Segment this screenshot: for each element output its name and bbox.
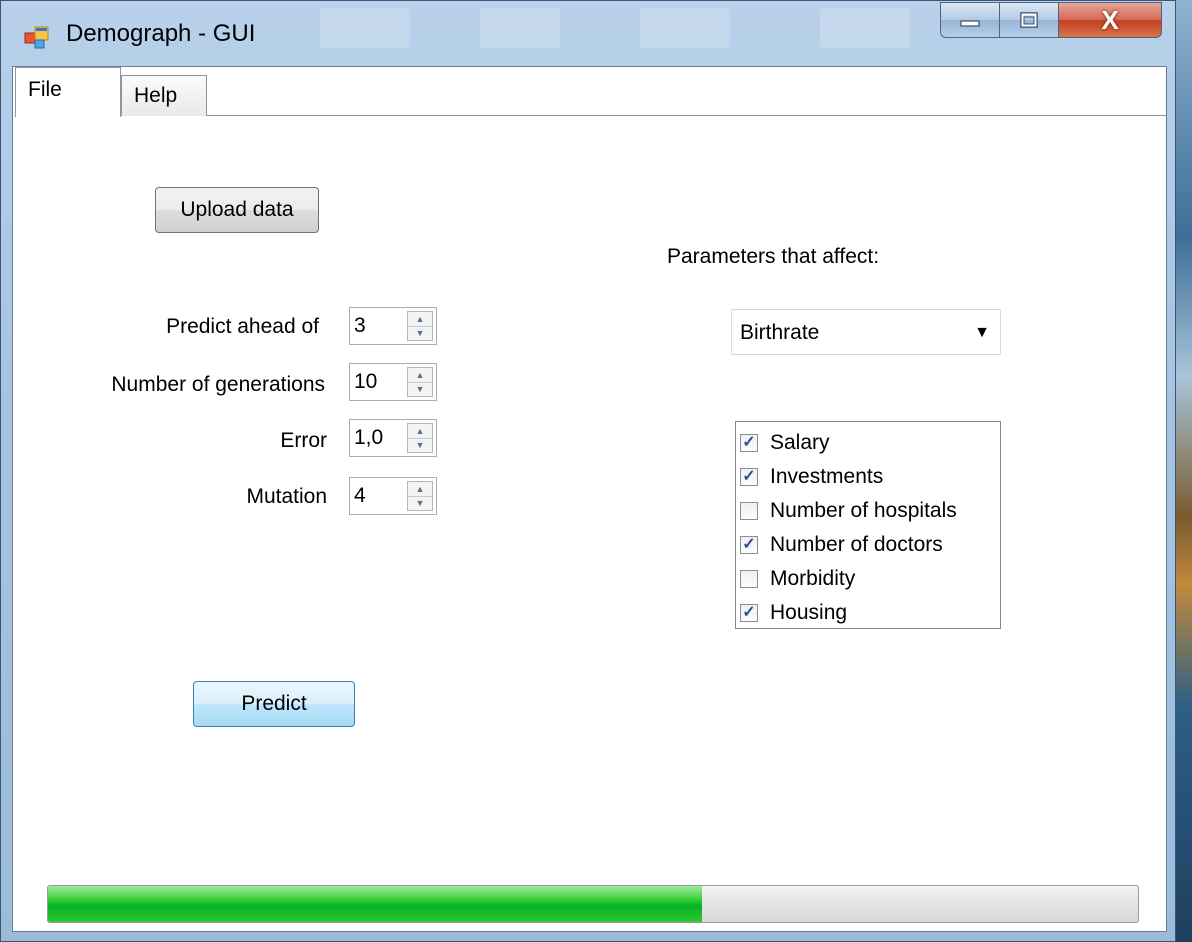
error-spinner[interactable]: 1,0 ▲ ▼ bbox=[349, 419, 437, 457]
checklist-item-label: Number of hospitals bbox=[770, 499, 957, 522]
chevron-down-icon[interactable]: ▼ bbox=[974, 324, 990, 342]
close-icon: X bbox=[1101, 4, 1119, 35]
checklist-item-label: Investments bbox=[770, 465, 884, 488]
titlebar-glass bbox=[320, 8, 410, 48]
spin-down-icon[interactable]: ▼ bbox=[408, 438, 432, 452]
predict-ahead-spinner[interactable]: 3 ▲ ▼ bbox=[349, 307, 437, 345]
tab-file[interactable]: File bbox=[15, 67, 121, 117]
titlebar-glass bbox=[480, 8, 560, 48]
app-icon bbox=[24, 26, 49, 49]
spin-up-icon[interactable]: ▲ bbox=[408, 424, 432, 439]
minimize-button[interactable] bbox=[940, 2, 1000, 38]
parameter-selected-value: Birthrate bbox=[740, 321, 820, 344]
window-title: Demograph - GUI bbox=[66, 20, 256, 47]
upload-data-button[interactable]: Upload data bbox=[155, 187, 319, 233]
checkbox-checked-icon[interactable]: ✓ bbox=[740, 536, 758, 554]
checklist-item-label: Salary bbox=[770, 431, 830, 454]
parameter-dropdown[interactable]: Birthrate ▼ bbox=[731, 309, 1001, 355]
tab-help[interactable]: Help bbox=[121, 75, 207, 116]
tab-divider bbox=[121, 115, 1166, 116]
checklist-item[interactable]: ✓ Salary bbox=[736, 426, 1000, 460]
checkbox-unchecked-icon[interactable] bbox=[740, 502, 758, 520]
progress-fill bbox=[48, 886, 702, 922]
predict-ahead-value[interactable]: 3 bbox=[354, 314, 366, 338]
spinner-arrows[interactable]: ▲ ▼ bbox=[407, 311, 433, 341]
predict-button[interactable]: Predict bbox=[193, 681, 355, 727]
parameters-label: Parameters that affect: bbox=[667, 245, 880, 268]
progress-bar bbox=[47, 885, 1139, 923]
spin-down-icon[interactable]: ▼ bbox=[408, 496, 432, 510]
spin-down-icon[interactable]: ▼ bbox=[408, 382, 432, 396]
titlebar-glass bbox=[640, 8, 730, 48]
checkbox-checked-icon[interactable]: ✓ bbox=[740, 468, 758, 486]
checklist-item[interactable]: ✓ Housing bbox=[736, 596, 1000, 630]
spin-up-icon[interactable]: ▲ bbox=[408, 368, 432, 383]
titlebar-glass bbox=[820, 8, 910, 48]
generations-spinner[interactable]: 10 ▲ ▼ bbox=[349, 363, 437, 401]
spin-up-icon[interactable]: ▲ bbox=[408, 312, 432, 327]
checklist-item[interactable]: Morbidity bbox=[736, 562, 1000, 596]
title-bar[interactable]: Demograph - GUI X bbox=[0, 0, 1176, 62]
error-value[interactable]: 1,0 bbox=[354, 426, 383, 450]
predict-ahead-label: Predict ahead of bbox=[166, 315, 319, 338]
checkbox-checked-icon[interactable]: ✓ bbox=[740, 434, 758, 452]
checkbox-checked-icon[interactable]: ✓ bbox=[740, 604, 758, 622]
minimize-icon bbox=[960, 20, 980, 27]
maximize-icon bbox=[1020, 12, 1038, 28]
checklist-item[interactable]: ✓ Number of doctors bbox=[736, 528, 1000, 562]
checklist-item[interactable]: ✓ Investments bbox=[736, 460, 1000, 494]
checklist-item-label: Number of doctors bbox=[770, 533, 943, 556]
spinner-arrows[interactable]: ▲ ▼ bbox=[407, 423, 433, 453]
app-window: Demograph - GUI X File Help Upload data … bbox=[0, 0, 1176, 942]
spinner-arrows[interactable]: ▲ ▼ bbox=[407, 481, 433, 511]
generations-label: Number of generations bbox=[111, 373, 325, 396]
client-area: File Help Upload data Predict ahead of 3… bbox=[12, 66, 1167, 932]
tab-strip: File Help bbox=[13, 67, 1166, 117]
checklist-item[interactable]: Number of hospitals bbox=[736, 494, 1000, 528]
spin-down-icon[interactable]: ▼ bbox=[408, 326, 432, 340]
checkbox-unchecked-icon[interactable] bbox=[740, 570, 758, 588]
generations-value[interactable]: 10 bbox=[354, 370, 377, 394]
close-button[interactable]: X bbox=[1058, 2, 1162, 38]
mutation-value[interactable]: 4 bbox=[354, 484, 366, 508]
maximize-button[interactable] bbox=[999, 2, 1059, 38]
checklist-item-label: Housing bbox=[770, 601, 848, 624]
spin-up-icon[interactable]: ▲ bbox=[408, 482, 432, 497]
mutation-label: Mutation bbox=[246, 485, 327, 508]
spinner-arrows[interactable]: ▲ ▼ bbox=[407, 367, 433, 397]
checklist-item-label: Morbidity bbox=[770, 567, 856, 590]
parameters-checklist: ✓ Salary ✓ Investments Number of hospitals ✓ N… bbox=[735, 421, 1001, 629]
mutation-spinner[interactable]: 4 ▲ ▼ bbox=[349, 477, 437, 515]
error-label: Error bbox=[280, 429, 327, 452]
